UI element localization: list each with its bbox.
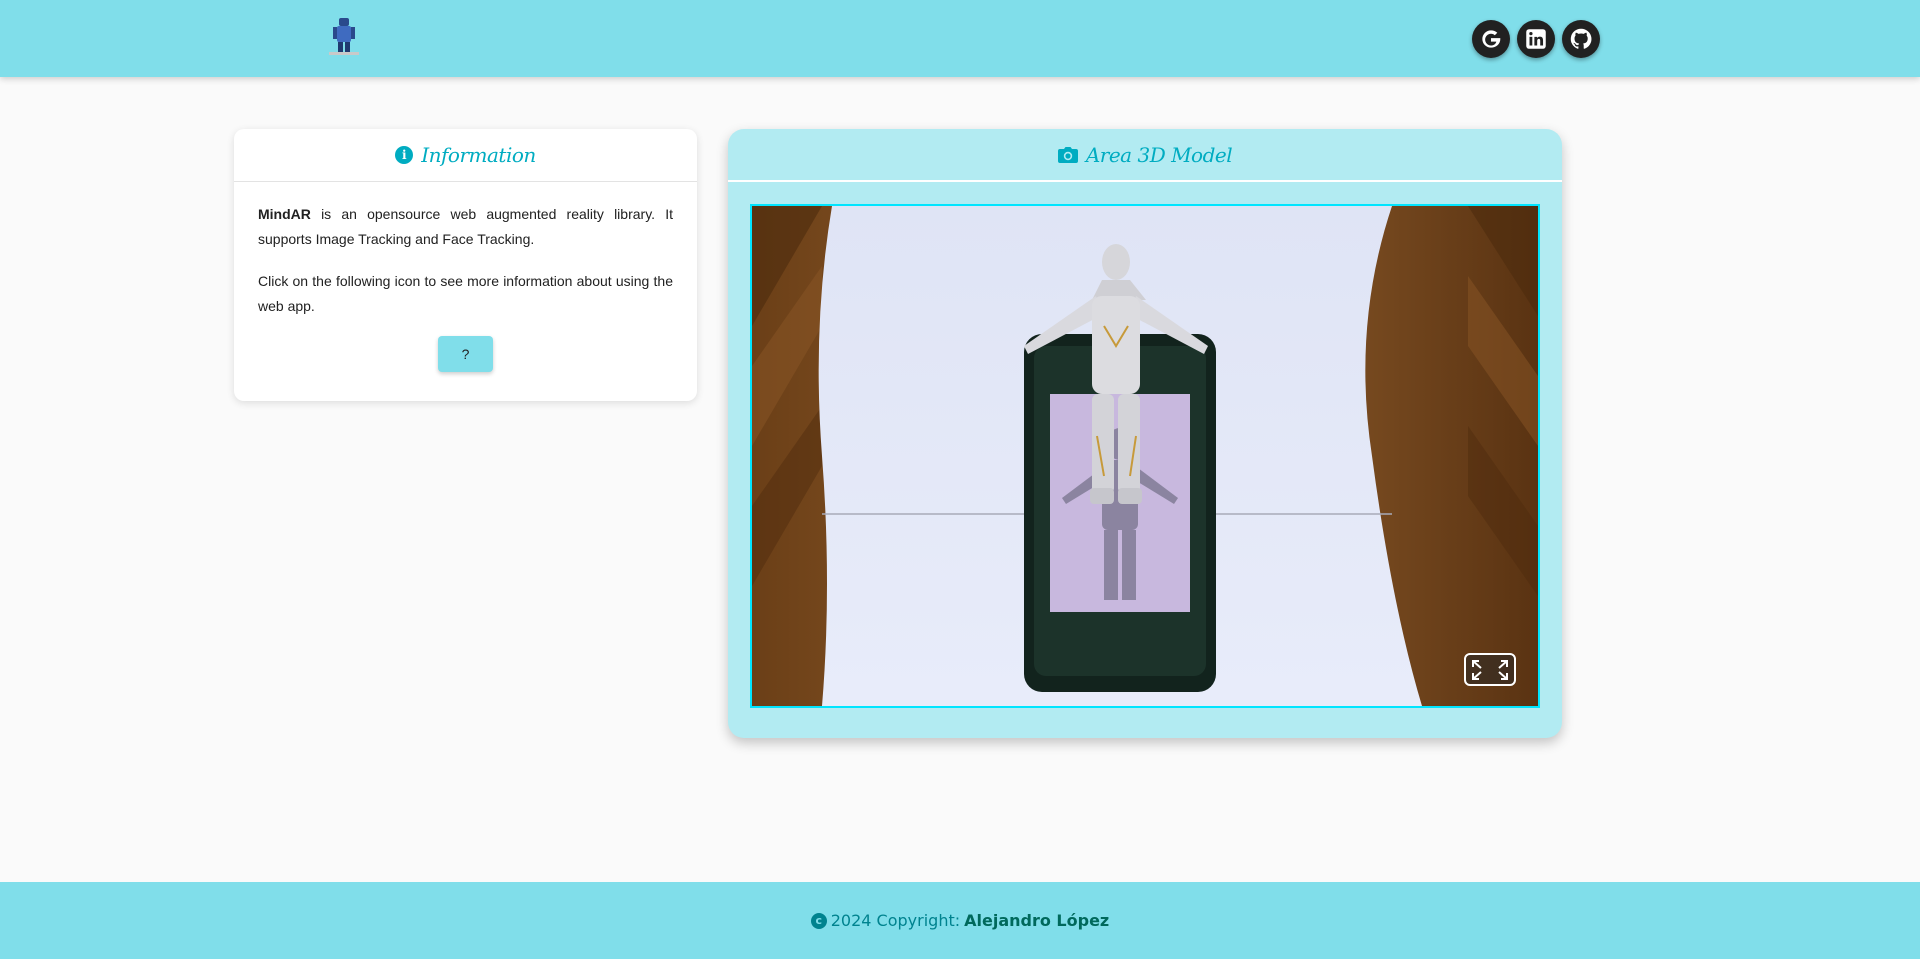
information-title: Information [421,143,536,167]
copyright-icon: c [810,912,827,929]
area-3d-model-card: Area 3D Model [728,129,1562,738]
mindar-description: MindAR is an opensource web augmented re… [258,202,673,252]
information-card-body: MindAR is an opensource web augmented re… [234,182,697,372]
top-navbar [0,0,1920,77]
info-circle-icon: i [395,146,414,164]
linkedin-link[interactable] [1517,20,1555,58]
area-3d-model-header: Area 3D Model [728,129,1562,182]
help-instructions: Click on the following icon to see more … [258,273,673,314]
ar-scene-image [752,206,1538,706]
footer-copyright: c 2024 Copyright: Alejandro López [810,911,1109,930]
author-name[interactable]: Alejandro López [964,911,1109,930]
area-3d-model-title: Area 3D Model [1085,142,1233,167]
github-icon [1570,28,1592,49]
camera-icon [1057,146,1078,163]
fullscreen-button[interactable] [1464,653,1516,686]
google-icon [1482,30,1501,48]
mindar-brand: MindAR [258,206,311,222]
copyright-text: 2024 Copyright: [830,911,961,930]
linkedin-icon [1526,29,1546,49]
robot-figure-logo[interactable] [323,14,367,58]
expand-icon [1472,659,1508,680]
mindar-description-text: is an opensource web augmented reality l… [258,206,673,247]
information-card-header: i Information [234,129,697,182]
help-button[interactable]: ? [438,336,493,372]
github-link[interactable] [1562,20,1600,58]
information-card: i Information MindAR is an opensource we… [234,129,697,401]
google-link[interactable] [1472,20,1510,58]
footer: c 2024 Copyright: Alejandro López [0,882,1920,959]
ar-camera-viewport[interactable] [750,204,1540,708]
